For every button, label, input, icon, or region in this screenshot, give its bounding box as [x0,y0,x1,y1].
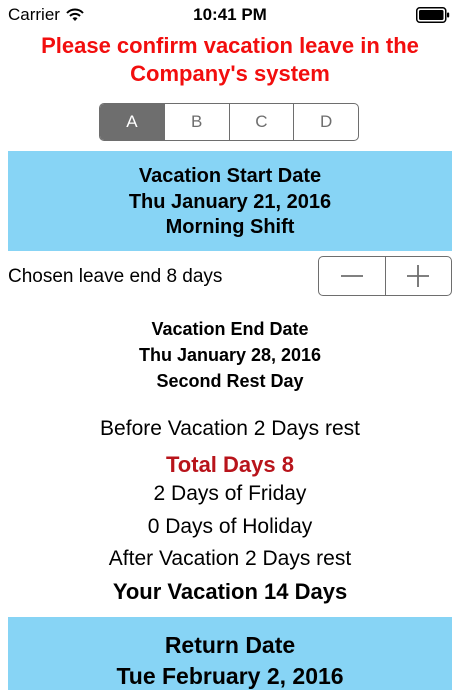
segment-a[interactable]: A [100,104,164,140]
end-date-value: Thu January 28, 2016 [138,345,322,365]
shift-segmented-control: A B C D [99,103,359,141]
holidays-text: 0 Days of Holiday [147,515,313,538]
start-date-box: Vacation Start Date Thu January 21, 2016… [8,151,452,251]
leave-days-stepper [318,256,452,296]
rest-after-text: After Vacation 2 Days rest [108,547,352,570]
total-days-text: Total Days 8 [166,452,294,477]
status-time: 10:41 PM [193,5,267,24]
leave-days-label: Chosen leave end 8 days [8,266,223,287]
start-date-value: Thu January 21, 2016 [128,190,332,213]
minus-icon [340,275,363,277]
plus-icon [407,265,430,287]
increment-button[interactable] [384,257,452,295]
end-date-title: Vacation End Date [151,319,309,339]
warning-line-1: Please confirm vacation leave in the [41,33,419,58]
warning-line-2: Company's system [130,61,330,86]
end-date-section: Vacation End Date Thu January 28, 2016 S… [0,316,460,394]
return-date-title: Return Date [164,632,296,658]
start-date-title: Vacation Start Date [138,165,322,187]
your-vacation-text: Your Vacation 14 Days [112,579,348,604]
status-bar: Carrier 10:41 PM [0,0,460,30]
rest-before-text: Before Vacation 2 Days rest [100,417,360,440]
warning-message: Please confirm vacation leave in the Com… [0,32,460,88]
decrement-button[interactable] [319,257,385,295]
segment-d[interactable]: D [293,104,358,140]
start-shift: Morning Shift [165,216,295,238]
return-date-value: Tue February 2, 2016 [116,663,344,689]
return-date-box: Return Date Tue February 2, 2016 [8,617,452,690]
segment-b[interactable]: B [163,104,229,140]
battery-icon [416,7,450,23]
fridays-text: 2 Days of Friday [153,482,307,505]
segment-c[interactable]: C [228,104,294,140]
end-rest-day: Second Rest Day [156,371,304,391]
